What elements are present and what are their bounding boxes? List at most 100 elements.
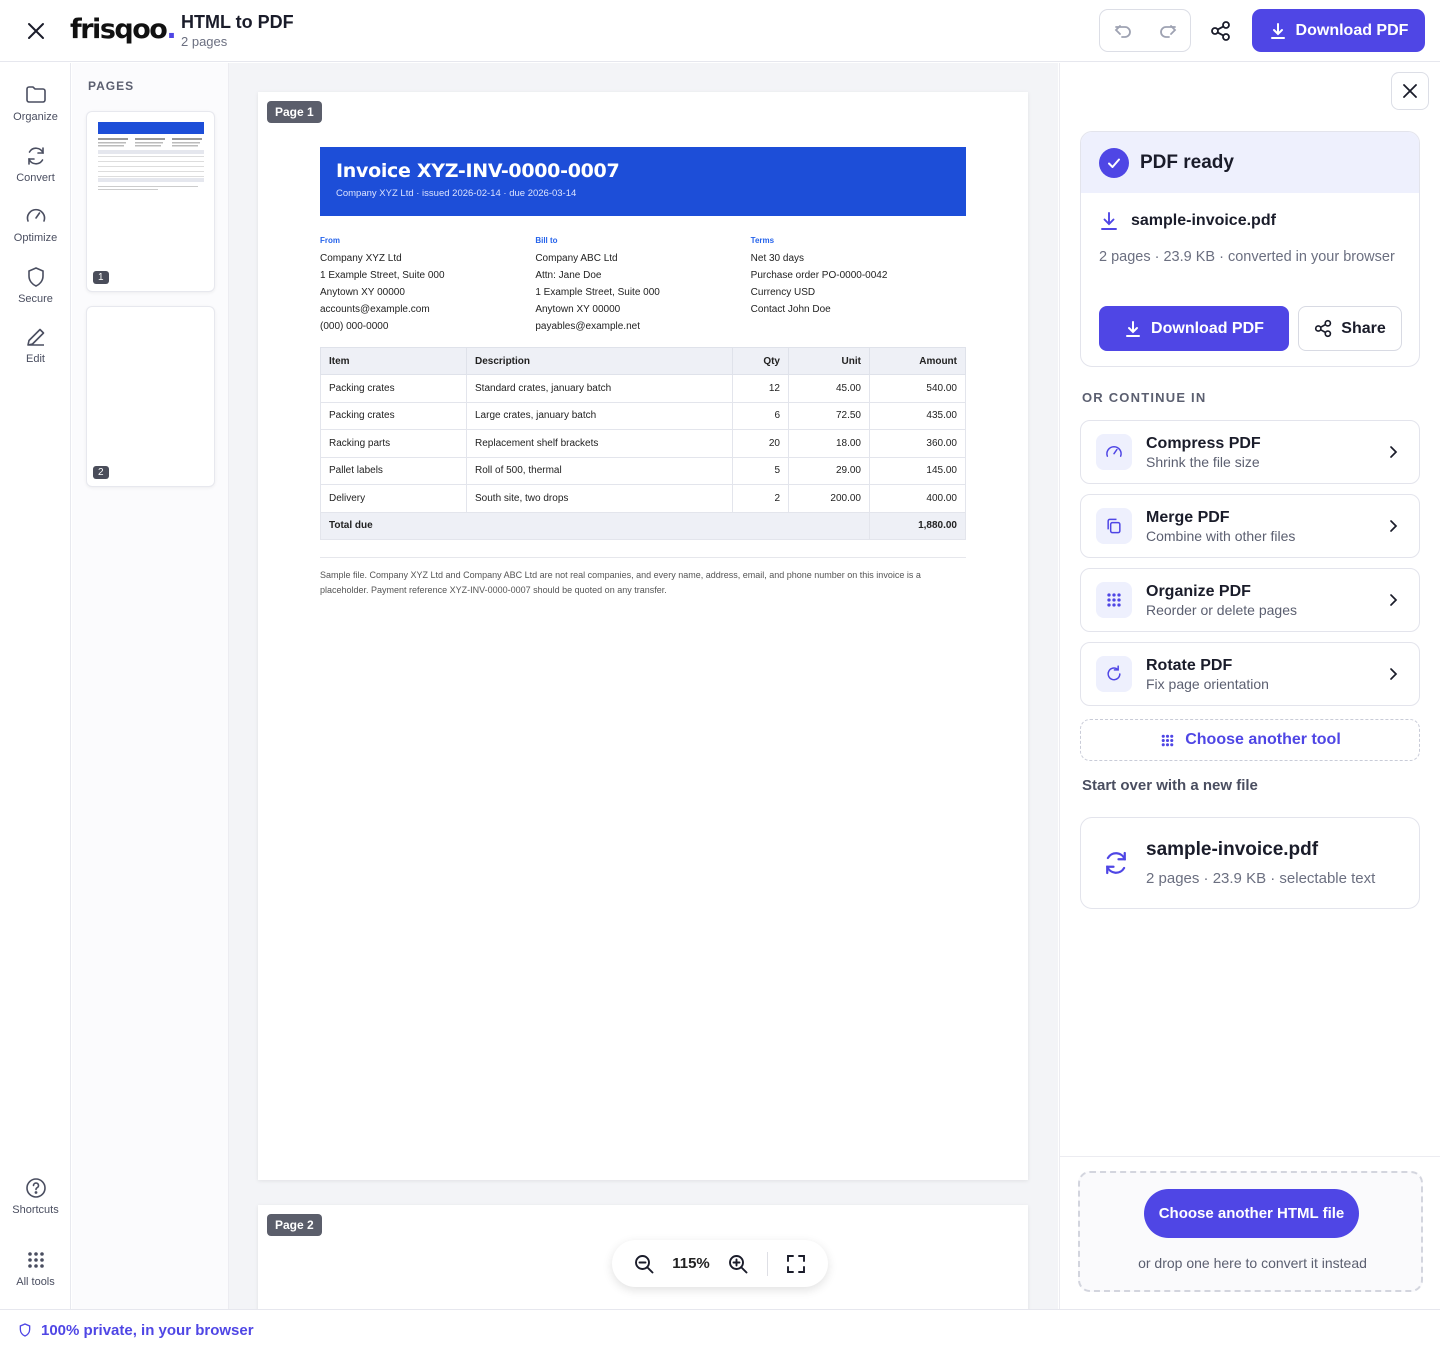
gauge-icon: [1096, 434, 1132, 470]
pdf-page-1: Page 1 Invoice XYZ-INV-0000-0007 Company…: [258, 92, 1028, 1180]
invoice-table: Item Description Qty Unit Amount Packing…: [320, 347, 966, 540]
page-tag: Page 2: [267, 1214, 322, 1236]
file-name: sample-invoice.pdf: [1131, 212, 1276, 229]
document-viewer[interactable]: Page 1 Invoice XYZ-INV-0000-0007 Company…: [229, 63, 1058, 1309]
output-file[interactable]: sample-invoice.pdf: [1099, 211, 1276, 231]
choose-html-file-button[interactable]: Choose another HTML file: [1144, 1189, 1359, 1238]
pdf-ready-card: PDF ready sample-invoice.pdf 2 pages · 2…: [1080, 131, 1420, 367]
close-panel-icon[interactable]: [1391, 72, 1429, 110]
table-row: Packing crates Standard crates, january b…: [320, 374, 966, 403]
recent-file-meta: 2 pages · 23.9 KB · selectable text: [1146, 870, 1376, 887]
pages-sidebar: PAGES 1 2: [72, 63, 229, 1309]
top-bar: frisqoo. HTML to PDF 2 pages Download PD…: [0, 0, 1440, 62]
grid-icon: [1161, 734, 1174, 746]
bill-to-block: Bill to Company ABC Ltd Attn: Jane Doe 1…: [535, 236, 660, 332]
tool-organize-pdf[interactable]: Organize PDF Reorder or delete pages: [1080, 568, 1420, 632]
rail-item-optimize[interactable]: Optimize: [0, 204, 71, 244]
divider: [766, 1251, 768, 1276]
ready-header: PDF ready: [1081, 132, 1419, 193]
redo-icon[interactable]: [1145, 10, 1190, 51]
page-thumbnail-1[interactable]: 1: [86, 111, 215, 292]
invoice-header: Invoice XYZ-INV-0000-0007 Company XYZ Lt…: [320, 147, 966, 216]
file-meta: 2 pages · 23.9 KB · converted in your br…: [1099, 249, 1395, 265]
divider: [1060, 1156, 1440, 1157]
file-dropzone[interactable]: Choose another HTML file or drop one her…: [1078, 1171, 1423, 1292]
download-icon: [1101, 212, 1117, 230]
rail-item-all-tools[interactable]: All tools: [0, 1248, 71, 1288]
table-row: Packing crates Large crates, january batc…: [320, 401, 966, 430]
table-row: Delivery South site, two drops 2 200.00 400.…: [320, 484, 966, 513]
grid-icon: [27, 1252, 44, 1268]
status-bar: 100% private, in your browser: [0, 1309, 1440, 1350]
chevron-right-icon: [1390, 520, 1398, 532]
pages-heading: PAGES: [88, 79, 135, 93]
check-icon: [1099, 147, 1129, 178]
undo-redo-group: [1099, 9, 1191, 52]
rotate-icon: [1096, 656, 1132, 692]
start-over-heading: Start over with a new file: [1082, 777, 1258, 794]
help-icon: [25, 1178, 46, 1198]
ready-title: PDF ready: [1140, 151, 1234, 173]
drop-note: or drop one here to convert it instead: [1138, 1255, 1367, 1271]
tool-compress-pdf[interactable]: Compress PDF Shrink the file size: [1080, 420, 1420, 484]
shield-icon: [27, 267, 44, 287]
invoice-meta: Company XYZ Ltd · issued 2026-02-14 · du…: [336, 188, 577, 199]
rail-item-convert[interactable]: Convert: [0, 144, 71, 184]
page-title: HTML to PDF: [181, 12, 294, 32]
gauge-icon: [26, 208, 45, 222]
pencil-icon: [26, 328, 44, 346]
page-number-badge: 2: [93, 466, 109, 479]
shield-icon: [19, 1323, 31, 1337]
tool-rail: Organize Convert Optimize Secure Edit Sh…: [0, 63, 71, 1309]
table-row: Racking parts Replacement shelf brackets 2…: [320, 429, 966, 458]
rail-item-organize[interactable]: Organize: [0, 83, 71, 123]
share-icon[interactable]: [1204, 14, 1238, 48]
result-panel: PDF ready sample-invoice.pdf 2 pages · 2…: [1059, 63, 1440, 1309]
table-header-row: Item Description Qty Unit Amount: [320, 347, 966, 375]
title-block: HTML to PDF 2 pages: [181, 12, 294, 49]
invoice-parties: From Company XYZ Ltd 1 Example Street, S…: [320, 235, 966, 335]
table-row: Pallet labels Roll of 500, thermal 5 29.00 1…: [320, 456, 966, 485]
thumbnail-preview: [98, 122, 204, 190]
zoom-toolbar: 115%: [612, 1240, 828, 1287]
refresh-icon: [27, 147, 44, 165]
recent-file-card[interactable]: sample-invoice.pdf 2 pages · 23.9 KB · s…: [1080, 817, 1420, 909]
download-icon: [1270, 22, 1285, 39]
rail-item-secure[interactable]: Secure: [0, 265, 71, 305]
page-count: 2 pages: [181, 34, 228, 49]
zoom-in-icon[interactable]: [727, 1253, 749, 1275]
download-icon: [1126, 320, 1141, 337]
share-button[interactable]: Share: [1298, 306, 1402, 351]
logo[interactable]: frisqoo.: [70, 14, 177, 45]
chevron-right-icon: [1390, 446, 1398, 458]
chevron-right-icon: [1390, 594, 1398, 606]
zoom-out-icon[interactable]: [633, 1253, 655, 1275]
continue-heading: OR CONTINUE IN: [1082, 390, 1207, 405]
folder-icon: [25, 86, 46, 103]
fullscreen-icon[interactable]: [785, 1253, 807, 1275]
close-icon[interactable]: [22, 17, 50, 45]
refresh-icon: [1106, 851, 1126, 875]
download-label: Download PDF: [1295, 21, 1409, 39]
privacy-note: 100% private, in your browser: [41, 1321, 254, 1339]
recent-file-name: sample-invoice.pdf: [1146, 839, 1319, 860]
undo-icon[interactable]: [1100, 10, 1145, 51]
rail-item-shortcuts[interactable]: Shortcuts: [0, 1176, 71, 1216]
zoom-level[interactable]: 115%: [672, 1255, 710, 1272]
grid-icon: [1096, 582, 1132, 618]
page-tag: Page 1: [267, 101, 322, 123]
download-pdf-button[interactable]: Download PDF: [1099, 306, 1289, 351]
page-thumbnail-2[interactable]: 2: [86, 306, 215, 487]
download-pdf-button[interactable]: Download PDF: [1252, 9, 1425, 52]
terms-block: Terms Net 30 days Purchase order PO-0000…: [750, 236, 888, 315]
invoice-footnote: Sample file. Company XYZ Ltd and Company…: [320, 557, 966, 598]
rail-item-edit[interactable]: Edit: [0, 325, 71, 365]
tool-rotate-pdf[interactable]: Rotate PDF Fix page orientation: [1080, 642, 1420, 706]
page-number-badge: 1: [93, 271, 109, 284]
tool-merge-pdf[interactable]: Merge PDF Combine with other files: [1080, 494, 1420, 558]
choose-another-tool-button[interactable]: Choose another tool: [1080, 719, 1420, 761]
from-block: From Company XYZ Ltd 1 Example Street, S…: [320, 236, 445, 332]
share-icon: [1315, 319, 1332, 338]
copy-icon: [1096, 508, 1132, 544]
chevron-right-icon: [1390, 668, 1398, 680]
